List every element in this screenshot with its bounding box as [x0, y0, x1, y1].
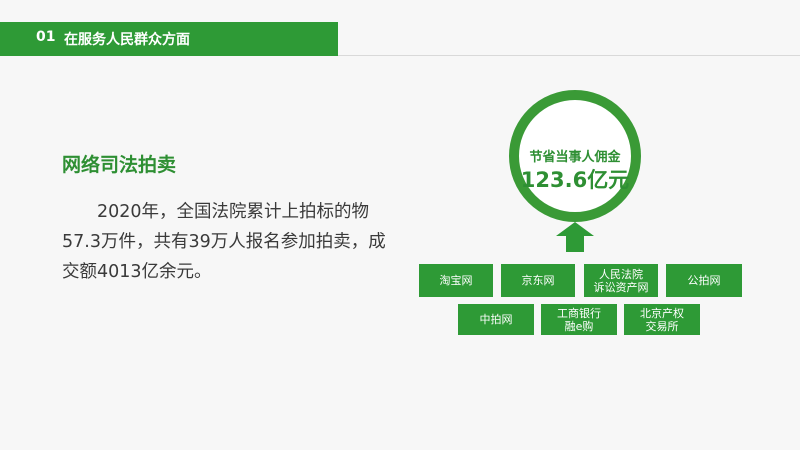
section-number: 01 [36, 29, 56, 45]
platform-box-court-assets: 人民法院 诉讼资产网 [584, 264, 658, 297]
savings-label: 节省当事人佣金 [529, 150, 621, 165]
savings-ring: 节省当事人佣金 123.6亿元 [509, 90, 641, 222]
section-title: 在服务人民群众方面 [64, 32, 190, 48]
platform-box-gpai: 公拍网 [666, 264, 742, 297]
platform-box-icbc: 工商银行 融e购 [541, 304, 617, 335]
savings-value: 123.6亿元 [520, 168, 630, 192]
platform-box-jd: 京东网 [501, 264, 575, 297]
platform-box-cbex: 北京产权 交易所 [624, 304, 700, 335]
content-heading: 网络司法拍卖 [62, 154, 177, 176]
platform-box-zhongpai: 中拍网 [458, 304, 534, 335]
up-arrow-stem [566, 236, 584, 252]
content-paragraph: 2020年，全国法院累计上拍标的物57.3万件，共有39万人报名参加拍卖，成交额… [62, 202, 386, 282]
section-header-bar: 01 在服务人民群众方面 [0, 22, 338, 56]
platform-box-taobao: 淘宝网 [419, 264, 493, 297]
section-divider [338, 55, 800, 56]
up-arrow-icon [556, 222, 594, 236]
